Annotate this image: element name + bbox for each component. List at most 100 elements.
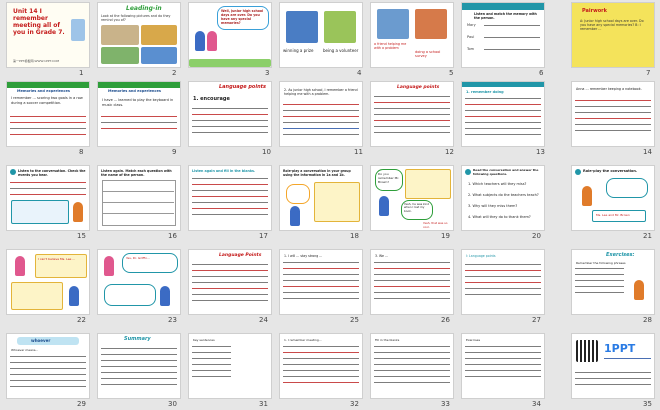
slide-thumbnail-19[interactable]: Do you remember Mr. Brown? Yeah, he was … <box>370 165 454 231</box>
slide-6-name-1: Mary <box>467 23 476 27</box>
text-line <box>465 134 541 136</box>
text-line <box>192 184 268 186</box>
slide-thumbnail-1[interactable]: Unit 14 I remember meeting all of you in… <box>6 2 90 68</box>
text-line <box>465 288 541 290</box>
text-line <box>575 106 651 108</box>
speech-bubble <box>286 184 310 204</box>
slide-25-text: 1. I will ... stay strong ... <box>284 254 323 258</box>
boy-cartoon-icon <box>69 286 79 306</box>
slide-1-subtitle: 第一PPT模板网-WWW.1PPT.COM <box>13 59 60 63</box>
slide-thumbnail-17[interactable]: Listen again and fill in the blanks. <box>188 165 272 231</box>
text-line <box>101 354 177 356</box>
slide-thumbnail-6[interactable]: Listen and match the memory with the per… <box>461 2 545 68</box>
text-line <box>374 132 450 134</box>
slide-14-text: Anna ... remember keeping a notebook. <box>576 87 642 91</box>
slide-thumbnail-9[interactable]: Memories and experiences I have ... lear… <box>97 81 181 147</box>
text-line <box>575 124 651 126</box>
slide-29-text: Whoever means... <box>11 348 39 352</box>
slide-thumbnail-15[interactable]: Listen to the conversation. Check the ev… <box>6 165 90 231</box>
text-line <box>192 288 268 290</box>
text-line <box>283 280 359 282</box>
match-line <box>484 37 540 39</box>
slide-thumbnail-33[interactable]: Fill in the blanks <box>370 333 454 399</box>
slide-thumbnail-30[interactable]: Summary <box>97 333 181 399</box>
text-line <box>575 292 624 294</box>
slide-thumbnail-21[interactable]: Role-play the conversation. Ms. Lee and … <box>571 165 655 231</box>
survey-photo <box>415 9 447 39</box>
slide-number-22: 22 <box>77 316 86 324</box>
text-line <box>101 372 177 374</box>
text-line <box>192 178 268 180</box>
slide-number-11: 11 <box>354 148 363 156</box>
slide-thumbnail-22[interactable]: I can't believe Ms. Lee ... <box>6 249 90 315</box>
slide-thumbnail-23[interactable]: Yes, Dr. Griffin... <box>97 249 181 315</box>
slide-20-question-2: 2. What subjects do the teachers teach? <box>468 193 539 197</box>
slide-number-26: 26 <box>441 316 450 324</box>
slide-thumbnail-14[interactable]: Anna ... remember keeping a notebook. <box>571 81 655 147</box>
slide-thumbnail-3[interactable]: Well, junior high school days are over. … <box>188 2 272 68</box>
slide-9-header <box>98 82 180 88</box>
text-line <box>465 122 541 124</box>
boy-cartoon-icon <box>195 31 205 51</box>
slide-thumbnail-16[interactable]: Listen again. Match each question with t… <box>97 165 181 231</box>
slide-2-subtitle: Look at the following pictures and do th… <box>101 14 171 22</box>
slide-21-text: Ms. Lee and Mr. Brown <box>596 213 630 217</box>
text-line <box>283 376 359 378</box>
student-cartoon-icon <box>73 202 83 222</box>
text-line <box>192 282 268 284</box>
slide-29-title: whoever <box>31 338 51 343</box>
slide-thumbnail-26[interactable]: 3. We ... <box>370 249 454 315</box>
slide-number-2: 2 <box>172 69 177 77</box>
slide-thumbnail-11[interactable]: 2. As junior high school, I remember a f… <box>279 81 363 147</box>
text-line <box>465 276 541 278</box>
slide-number-34: 34 <box>532 400 541 408</box>
slide-thumbnail-31[interactable]: Key sentences <box>188 333 272 399</box>
slide-number-5: 5 <box>449 69 454 77</box>
slide-thumbnail-8[interactable]: Memories and experiences I remember ... … <box>6 81 90 147</box>
slide-thumbnail-35[interactable]: 1PPT <box>571 333 655 399</box>
classroom-photo <box>101 25 139 45</box>
slide-thumbnail-32[interactable]: 1. I remember meeting... <box>279 333 363 399</box>
text-line <box>374 274 450 276</box>
slide-6-header <box>462 3 544 10</box>
slide-16-title: Listen again. Match each question with t… <box>101 169 172 177</box>
volunteer-photo <box>324 11 356 43</box>
slide-thumbnail-27[interactable]: I: Language points <box>461 249 545 315</box>
slide-number-1: 1 <box>79 69 84 77</box>
slide-thumbnail-12[interactable]: Language points <box>370 81 454 147</box>
slide-thumbnail-20[interactable]: Read the conversation and answer the fol… <box>461 165 545 231</box>
text-line <box>283 382 359 384</box>
slide-thumbnail-2[interactable]: Leading-in Look at the following picture… <box>97 2 181 68</box>
text-line <box>374 114 450 116</box>
text-line <box>192 196 268 198</box>
friend-photo <box>377 9 409 39</box>
slide-thumbnail-24[interactable]: Language Points <box>188 249 272 315</box>
slide-thumbnail-13[interactable]: 1. remember doing <box>461 81 545 147</box>
text-line <box>374 286 450 288</box>
slide-thumbnail-10[interactable]: Language points 1. encourage <box>188 81 272 147</box>
text-line <box>374 298 450 300</box>
slide-number-25: 25 <box>350 316 359 324</box>
text-line <box>465 116 541 118</box>
slide-10-text: 1. encourage <box>193 96 230 102</box>
slide-number-24: 24 <box>259 316 268 324</box>
slide-thumbnail-18[interactable]: Role-play a conversation in your group u… <box>279 165 363 231</box>
slide-thumbnail-7[interactable]: Pairwork A: Junior high school days are … <box>571 2 655 68</box>
slide-thumbnail-29[interactable]: whoever Whoever means... <box>6 333 90 399</box>
book-image-icon <box>71 19 85 41</box>
slide-thumbnail-25[interactable]: 1. I will ... stay strong ... <box>279 249 363 315</box>
slide-thumbnail-28[interactable]: Exercises: Remember the following phrase… <box>571 249 655 315</box>
slide-19-bubble-3: Yeah, that was so cool. <box>423 221 448 229</box>
slide-number-4: 4 <box>357 69 362 77</box>
slide-22-text: I can't believe Ms. Lee ... <box>38 257 76 261</box>
text-line <box>374 370 450 372</box>
slide-thumbnail-5[interactable]: a friend helping me with a problem doing… <box>370 2 454 68</box>
slide-8-header <box>7 82 89 88</box>
slide-2-title: Leading-in <box>126 5 162 12</box>
slide-thumbnail-4[interactable]: winning a prize being a volunteer <box>279 2 363 68</box>
slide-4-caption-1: winning a prize <box>283 48 314 53</box>
slide-thumbnail-34[interactable]: Exercises <box>461 333 545 399</box>
text-line <box>10 116 86 118</box>
slide-28-text: Remember the following phrases <box>576 261 626 265</box>
grass-strip <box>189 59 271 67</box>
